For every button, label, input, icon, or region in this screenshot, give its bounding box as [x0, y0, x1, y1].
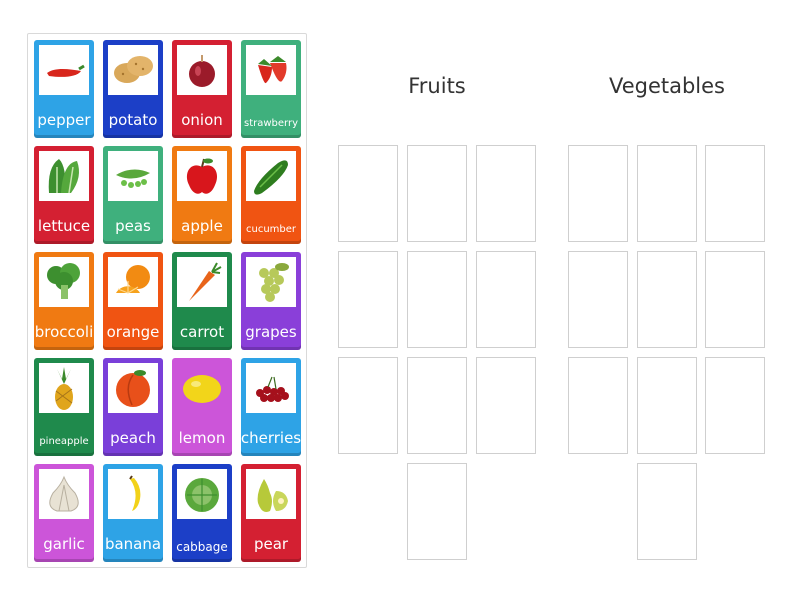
fruit-drop-slot[interactable]	[476, 251, 536, 348]
cucumber-icon	[246, 151, 296, 201]
peach-icon	[108, 363, 158, 413]
pear-icon	[246, 469, 296, 519]
vegetable-drop-slot[interactable]	[637, 357, 697, 454]
tile-garlic[interactable]: garlic	[33, 463, 95, 563]
tile-grapes[interactable]: grapes	[240, 251, 302, 351]
tile-onion[interactable]: onion	[171, 39, 233, 139]
potato-icon	[108, 45, 158, 95]
pineapple-icon	[39, 363, 89, 413]
vegetable-drop-slot[interactable]	[637, 251, 697, 348]
tile-cucumber[interactable]: cucumber	[240, 145, 302, 245]
tile-label: carrot	[179, 323, 225, 341]
cabbage-icon	[177, 469, 227, 519]
tile-potato[interactable]: potato	[102, 39, 164, 139]
onion-icon	[177, 45, 227, 95]
tile-label: cabbage	[176, 540, 228, 554]
tile-label: orange	[106, 323, 160, 341]
tile-label: peas	[115, 217, 151, 235]
fruit-drop-slot[interactable]	[407, 251, 467, 348]
tile-label: pineapple	[39, 436, 89, 447]
tile-peach[interactable]: peach	[102, 357, 164, 457]
tile-label: cherries	[240, 429, 302, 447]
tile-lemon[interactable]: lemon	[171, 357, 233, 457]
tile-label: cucumber	[245, 224, 297, 235]
tile-cabbage[interactable]: cabbage	[171, 463, 233, 563]
apple-icon	[177, 151, 227, 201]
tile-label: peach	[110, 429, 156, 447]
vegetable-drop-slot[interactable]	[705, 251, 765, 348]
fruit-drop-slot[interactable]	[476, 357, 536, 454]
vegetable-drop-slot[interactable]	[637, 145, 697, 242]
tile-label: potato	[108, 111, 158, 129]
tile-peas[interactable]: peas	[102, 145, 164, 245]
tile-banana[interactable]: banana	[102, 463, 164, 563]
tile-strawberry[interactable]: strawberry	[240, 39, 302, 139]
tile-label: pear	[253, 535, 289, 553]
tile-lettuce[interactable]: lettuce	[33, 145, 95, 245]
chili-pepper-icon	[39, 45, 89, 95]
item-bank: pepper potato onion strawberry lettuce p…	[27, 33, 307, 568]
fruit-drop-slot[interactable]	[407, 357, 467, 454]
group-heading-fruits: Fruits	[408, 74, 466, 98]
vegetable-drop-slot[interactable]	[568, 357, 628, 454]
vegetable-drop-slot[interactable]	[637, 463, 697, 560]
grapes-icon	[246, 257, 296, 307]
fruit-drop-slot[interactable]	[338, 251, 398, 348]
tile-pear[interactable]: pear	[240, 463, 302, 563]
tile-label: lemon	[178, 429, 226, 447]
carrot-icon	[177, 257, 227, 307]
vegetable-drop-slot[interactable]	[705, 145, 765, 242]
tile-label: banana	[104, 535, 162, 553]
tile-label: strawberry	[243, 118, 298, 129]
garlic-icon	[39, 469, 89, 519]
fruit-drop-slot[interactable]	[407, 463, 467, 560]
tile-label: lettuce	[37, 217, 91, 235]
lemon-icon	[177, 363, 227, 413]
fruit-drop-slot[interactable]	[338, 357, 398, 454]
tile-label: onion	[181, 111, 223, 129]
strawberry-icon	[246, 45, 296, 95]
tile-label: broccoli	[34, 323, 94, 341]
tile-label: garlic	[43, 535, 85, 553]
tile-pepper[interactable]: pepper	[33, 39, 95, 139]
tile-label: apple	[181, 217, 223, 235]
tile-pineapple[interactable]: pineapple	[33, 357, 95, 457]
broccoli-icon	[39, 257, 89, 307]
tile-orange[interactable]: orange	[102, 251, 164, 351]
lettuce-icon	[39, 151, 89, 201]
tile-apple[interactable]: apple	[171, 145, 233, 245]
fruit-drop-slot[interactable]	[476, 145, 536, 242]
tile-cherries[interactable]: cherries	[240, 357, 302, 457]
fruit-drop-slot[interactable]	[338, 145, 398, 242]
group-heading-vegetables: Vegetables	[608, 74, 726, 98]
vegetable-drop-slot[interactable]	[705, 357, 765, 454]
tile-label: pepper	[37, 111, 91, 129]
fruit-drop-slot[interactable]	[407, 145, 467, 242]
orange-icon	[108, 257, 158, 307]
vegetable-drop-slot[interactable]	[568, 251, 628, 348]
banana-icon	[108, 469, 158, 519]
vegetable-drop-slot[interactable]	[568, 145, 628, 242]
peas-icon	[108, 151, 158, 201]
tile-carrot[interactable]: carrot	[171, 251, 233, 351]
cherries-icon	[246, 363, 296, 413]
tile-broccoli[interactable]: broccoli	[33, 251, 95, 351]
tile-label: grapes	[245, 323, 297, 341]
